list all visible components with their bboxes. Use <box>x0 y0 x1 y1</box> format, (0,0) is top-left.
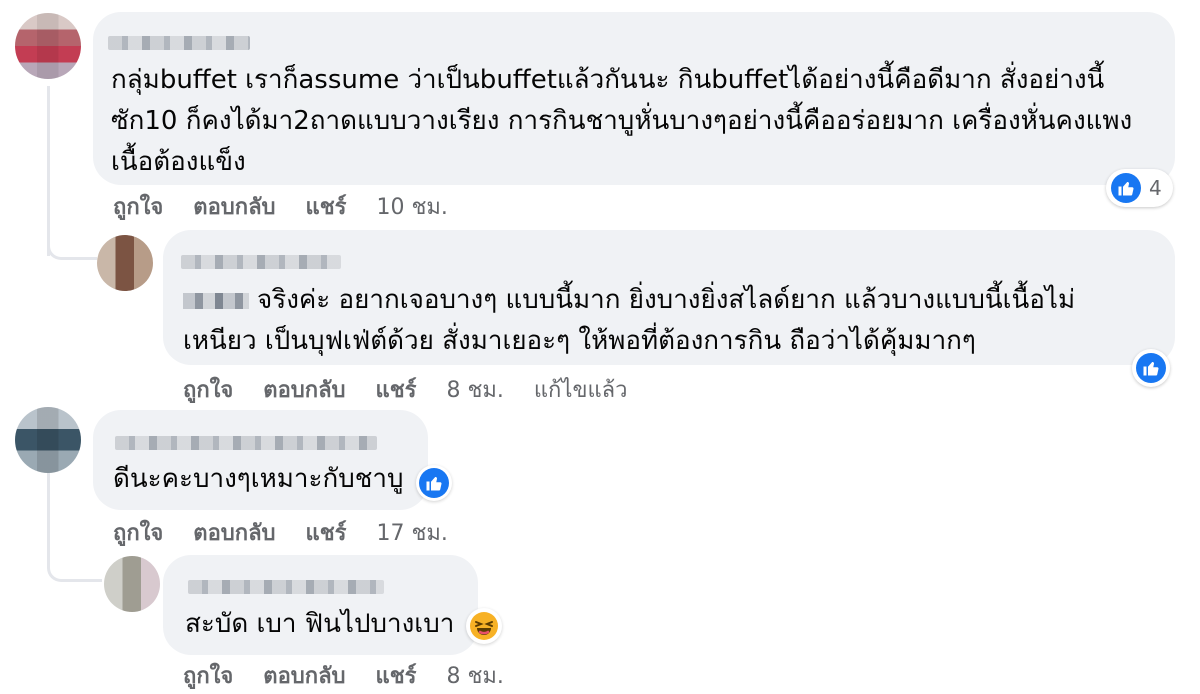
comment-actions: ถูกใจ ตอบกลับ แชร์ 10 ชม. <box>113 189 478 224</box>
comment-actions: ถูกใจ ตอบกลับ แชร์ 17 ชม. <box>113 515 478 550</box>
author-name-blurred[interactable] <box>181 255 341 269</box>
timestamp[interactable]: 8 ชม. <box>446 658 503 693</box>
comment-line: ดีนะคะบางๆเหมาะกับชาบู <box>113 464 404 494</box>
reaction-badge[interactable] <box>466 608 502 644</box>
share-button[interactable]: แชร์ <box>306 189 347 224</box>
comment-line: เนื้อต้องแข็ง <box>111 147 246 177</box>
comment-text: สะบัด เบา ฟินไปบางเบา <box>185 604 475 645</box>
comment-line: ซัก10 ก็คงได้มา2ถาดแบบวางเรียง การกินชาบ… <box>111 106 1133 136</box>
share-button[interactable]: แชร์ <box>306 515 347 550</box>
comment-text: กลุ่มbuffet เราก็assume ว่าเป็นbuffetแล้… <box>111 60 1171 183</box>
comment-bubble: กลุ่มbuffet เราก็assume ว่าเป็นbuffetแล้… <box>93 12 1175 185</box>
comment-text: จริงค่ะ อยากเจอบางๆ แบบนี้มาก ยิ่งบางยิ่… <box>183 280 1163 362</box>
reply-button[interactable]: ตอบกลับ <box>263 658 345 693</box>
reaction-count: 4 <box>1149 176 1162 200</box>
comment-actions: ถูกใจ ตอบกลับ แชร์ 8 ชม. แก้ไขแล้ว <box>183 372 658 407</box>
avatar[interactable] <box>15 13 81 79</box>
comment-line: เหนียว เป็นบุฟเฟ่ต์ด้วย สั่งมาเยอะๆ ให้พ… <box>183 326 976 356</box>
comment-text: ดีนะคะบางๆเหมาะกับชาบู <box>113 459 433 500</box>
comment-line: สะบัด เบา ฟินไปบางเบา <box>185 609 455 639</box>
comment-bubble: จริงค่ะ อยากเจอบางๆ แบบนี้มาก ยิ่งบางยิ่… <box>163 230 1175 365</box>
author-name-blurred[interactable] <box>108 36 250 50</box>
reply-connector <box>47 200 97 260</box>
comment-bubble: ดีนะคะบางๆเหมาะกับชาบู <box>93 410 428 510</box>
laughing-emoji-icon <box>470 612 498 640</box>
comment-bubble: สะบัด เบา ฟินไปบางเบา <box>163 555 478 655</box>
reaction-badge[interactable]: 4 <box>1106 169 1173 207</box>
comment-line: กลุ่มbuffet เราก็assume ว่าเป็นbuffetแล้… <box>111 65 1105 95</box>
reply-button[interactable]: ตอบกลับ <box>193 189 275 224</box>
like-button[interactable]: ถูกใจ <box>113 515 163 550</box>
author-name-blurred[interactable] <box>115 436 377 450</box>
like-icon <box>1136 353 1166 383</box>
share-button[interactable]: แชร์ <box>376 658 417 693</box>
share-button[interactable]: แชร์ <box>376 372 417 407</box>
avatar[interactable] <box>104 556 160 612</box>
comment-line: จริงค่ะ อยากเจอบางๆ แบบนี้มาก ยิ่งบางยิ่… <box>183 280 1163 321</box>
timestamp[interactable]: 17 ชม. <box>376 515 447 550</box>
avatar[interactable] <box>15 407 81 473</box>
reaction-badge[interactable] <box>416 465 452 501</box>
author-name-blurred[interactable] <box>188 580 384 594</box>
reply-button[interactable]: ตอบกลับ <box>263 372 345 407</box>
reaction-badge[interactable] <box>1132 349 1170 387</box>
like-icon <box>1111 173 1141 203</box>
like-button[interactable]: ถูกใจ <box>183 658 233 693</box>
like-icon <box>419 468 449 498</box>
avatar[interactable] <box>97 235 153 291</box>
edited-label: แก้ไขแล้ว <box>533 378 628 403</box>
timestamp[interactable]: 8 ชม. <box>446 372 503 407</box>
mentioned-name-blurred[interactable] <box>183 293 249 309</box>
like-button[interactable]: ถูกใจ <box>113 189 163 224</box>
comment-actions: ถูกใจ ตอบกลับ แชร์ 8 ชม. <box>183 658 534 693</box>
reply-button[interactable]: ตอบกลับ <box>193 515 275 550</box>
timestamp[interactable]: 10 ชม. <box>376 189 447 224</box>
like-button[interactable]: ถูกใจ <box>183 372 233 407</box>
